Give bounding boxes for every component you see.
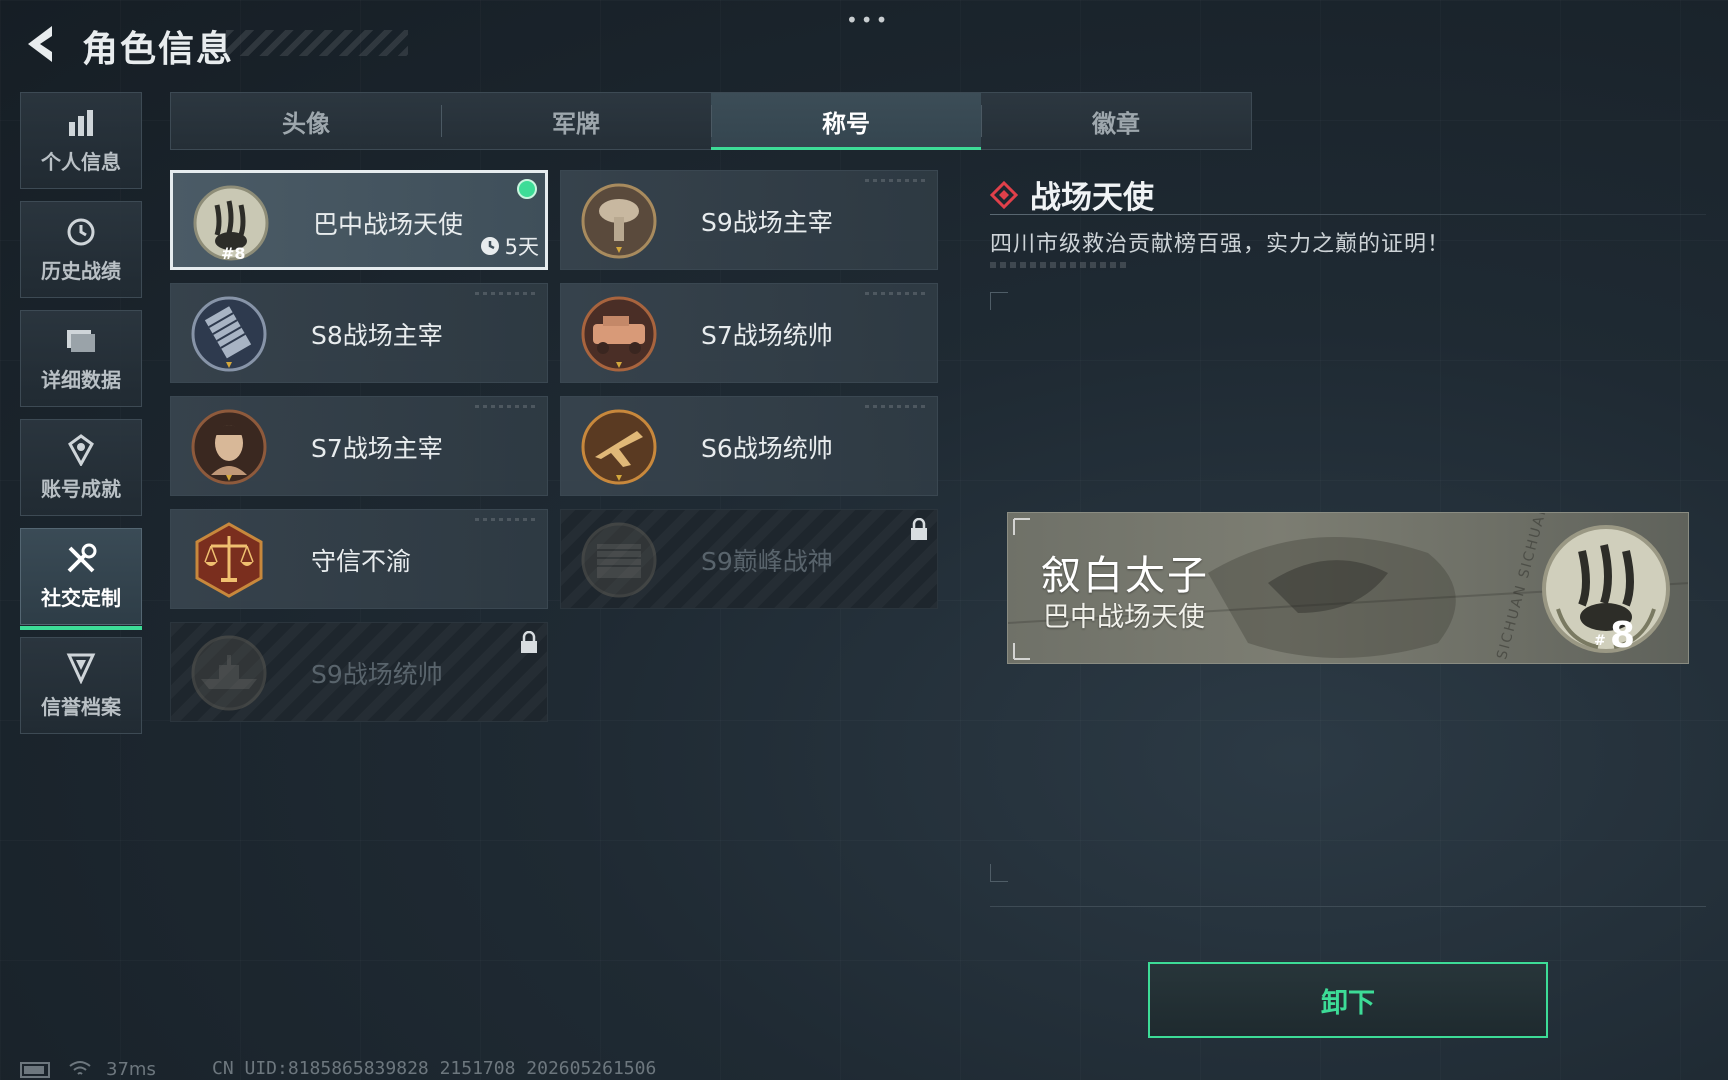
frame-corner: [990, 864, 1008, 882]
fortress-emblem: [581, 522, 657, 598]
card-decoration: [865, 292, 925, 295]
expiry-timer: 5天: [479, 231, 539, 261]
wifi-icon: [69, 1061, 91, 1075]
title-card[interactable]: S6战场统帅: [560, 396, 938, 496]
title-name: S9巅峰战神: [701, 547, 833, 576]
sidebar-item-personal-info[interactable]: 个人信息: [20, 92, 142, 189]
sidebar-item-label: 详细数据: [41, 368, 121, 392]
sidebar-item-detailed-data[interactable]: 详细数据: [20, 310, 142, 407]
sidebar-item-label: 个人信息: [41, 150, 121, 174]
title-name: S9战场主宰: [701, 208, 833, 237]
detail-title: 战场天使: [1030, 180, 1154, 216]
title-name: S6战场统帅: [701, 434, 833, 463]
title-card-locked[interactable]: S9巅峰战神: [560, 509, 938, 609]
sidebar-item-history[interactable]: 历史战绩: [20, 201, 142, 298]
sidebar: 个人信息 历史战绩 详细数据 账号成就 社交定制 信誉档案: [20, 92, 144, 746]
history-clock-icon: [64, 215, 98, 249]
title-name: S9战场统帅: [311, 660, 443, 689]
diamond-icon: [990, 180, 1018, 209]
timer-text: 5天: [504, 235, 539, 259]
lock-icon: [911, 518, 927, 540]
status-bar: 37ms: [20, 1058, 156, 1080]
title-name: S7战场统帅: [701, 321, 833, 350]
title-card[interactable]: S7战场统帅: [560, 283, 938, 383]
fighter-jet-emblem: [581, 409, 657, 485]
title-preview-banner: SICHUAN SICHUAN 叙白太子 巴中战场天使 8 #: [1007, 512, 1689, 664]
battery-icon: [20, 1062, 50, 1078]
clock-icon: [480, 237, 499, 255]
sidebar-item-label: 信誉档案: [41, 695, 121, 719]
top-bar: 角色信息 •••: [0, 0, 1728, 80]
title-name: 巴中战场天使: [313, 210, 464, 239]
banner-rank: 8: [1610, 615, 1635, 656]
card-decoration: [475, 405, 535, 408]
title-card[interactable]: 守信不渝: [170, 509, 548, 609]
preview-title: 巴中战场天使: [1043, 602, 1205, 633]
title-card[interactable]: #8 巴中战场天使 5天: [170, 170, 548, 270]
tab-bar: 头像 军牌 称号 徽章: [170, 92, 1252, 150]
equipped-indicator: [517, 179, 537, 199]
ping-text: 37ms: [106, 1058, 156, 1080]
page-title: 角色信息: [82, 29, 235, 70]
title-card[interactable]: S9战场主宰: [560, 170, 938, 270]
title-decoration: [226, 30, 408, 56]
sidebar-item-achievements[interactable]: 账号成就: [20, 419, 142, 516]
bar-chart-icon: [64, 106, 98, 140]
card-decoration: [865, 405, 925, 408]
sidebar-item-social-custom[interactable]: 社交定制: [20, 528, 142, 630]
title-name: S8战场主宰: [311, 321, 443, 350]
title-card[interactable]: S8战场主宰: [170, 283, 548, 383]
warship-emblem: [191, 635, 267, 711]
tab-title[interactable]: 称号: [711, 93, 981, 150]
player-name: 叙白太子: [1041, 553, 1209, 599]
folder-icon: [64, 324, 98, 358]
achievement-icon: [64, 433, 98, 467]
uid-text: CN UID:8185865839828 2151708 20260526150…: [212, 1058, 657, 1079]
description-decoration: [990, 262, 1126, 268]
mushroom-cloud-emblem: [581, 183, 657, 259]
sichuan-panda-emblem: 8 #: [1542, 525, 1670, 656]
card-decoration: [475, 518, 535, 521]
detail-description: 四川市级救治贡献榜百强，实力之巅的证明！: [990, 232, 1451, 257]
soldier-portrait-emblem: [191, 409, 267, 485]
sidebar-item-label: 社交定制: [41, 586, 121, 610]
divider: [990, 214, 1706, 215]
card-decoration: [865, 179, 925, 182]
tools-icon: [64, 542, 98, 576]
divider: [990, 906, 1706, 907]
unequip-button[interactable]: 卸下: [1148, 962, 1548, 1038]
tab-badge[interactable]: 徽章: [981, 93, 1251, 149]
svg-text:#: #: [1594, 633, 1606, 649]
tab-dogtag[interactable]: 军牌: [441, 93, 711, 149]
skyscraper-emblem: [191, 296, 267, 372]
lock-icon: [521, 631, 537, 653]
title-card-locked[interactable]: S9战场统帅: [170, 622, 548, 722]
title-name: S7战场主宰: [311, 434, 443, 463]
card-decoration: [475, 292, 535, 295]
sidebar-item-label: 账号成就: [41, 477, 121, 501]
back-arrow-icon[interactable]: [20, 22, 60, 66]
sichuan-panda-emblem: #8: [193, 185, 269, 263]
sidebar-item-credit-record[interactable]: 信誉档案: [20, 637, 142, 734]
scales-of-justice-emblem: [195, 522, 263, 598]
detail-header: 战场天使: [990, 172, 1154, 217]
shield-badge-icon: [64, 651, 98, 685]
more-options-icon[interactable]: •••: [846, 8, 890, 32]
frame-corner: [990, 292, 1008, 310]
sidebar-item-label: 历史战绩: [41, 259, 121, 283]
tab-avatar[interactable]: 头像: [171, 93, 441, 149]
armored-vehicle-emblem: [581, 296, 657, 372]
emblem-rank: #8: [221, 244, 246, 263]
title-name: 守信不渝: [311, 547, 412, 576]
title-card[interactable]: S7战场主宰: [170, 396, 548, 496]
